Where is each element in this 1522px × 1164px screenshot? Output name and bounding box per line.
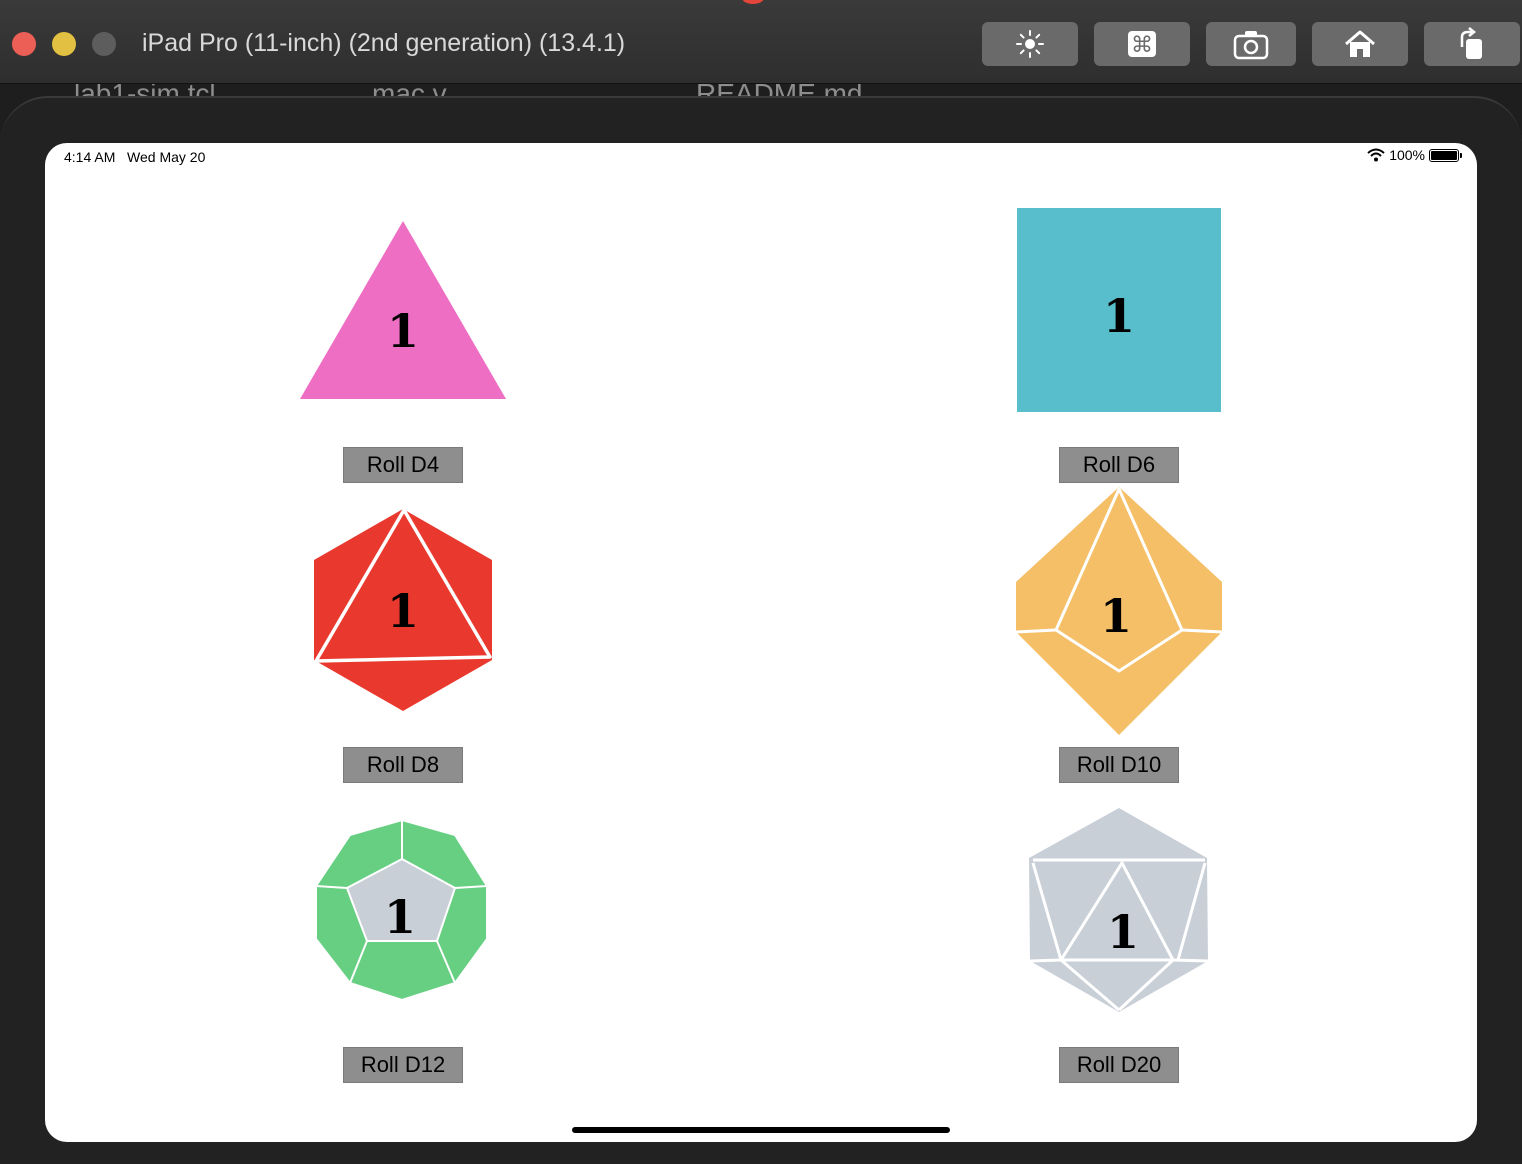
command-key-glyph: ⌘: [1131, 33, 1153, 58]
status-bar-clock: 4:14 AM Wed May 20: [64, 149, 205, 165]
roll-d4-button[interactable]: Roll D4: [343, 447, 463, 483]
d4-value: 1: [387, 304, 419, 358]
home-icon: [1345, 30, 1375, 57]
zoom-window-button[interactable]: [92, 32, 116, 56]
d8-die[interactable]: 1: [313, 507, 493, 713]
d4-die[interactable]: 1: [300, 221, 506, 401]
screenshot-camera-icon: [1233, 31, 1269, 60]
home-indicator[interactable]: [572, 1127, 950, 1133]
recording-indicator: [742, 0, 764, 4]
status-date: Wed May 20: [127, 149, 206, 165]
rotate-icon: [1460, 27, 1482, 59]
d8-value: 1: [387, 584, 419, 638]
roll-d8-button[interactable]: Roll D8: [343, 747, 463, 783]
toggle-appearance-button[interactable]: [982, 22, 1078, 66]
status-bar-indicators: 100%: [1367, 147, 1462, 163]
wifi-icon: [1367, 148, 1385, 162]
roll-d12-button[interactable]: Roll D12: [343, 1047, 463, 1083]
d20-value: 1: [1107, 905, 1139, 959]
d12-die[interactable]: 1: [315, 818, 491, 1002]
roll-d6-button[interactable]: Roll D6: [1059, 447, 1179, 483]
d12-value: 1: [384, 890, 416, 944]
roll-d20-button[interactable]: Roll D20: [1059, 1047, 1179, 1083]
home-button[interactable]: [1312, 22, 1408, 66]
minimize-window-button[interactable]: [52, 32, 76, 56]
close-window-button[interactable]: [12, 32, 36, 56]
status-time: 4:14 AM: [64, 149, 116, 165]
battery-icon: [1429, 148, 1462, 162]
brightness-icon: [1016, 30, 1044, 58]
d10-value: 1: [1100, 589, 1132, 643]
d10-die[interactable]: 1: [1015, 487, 1223, 735]
roll-d10-button[interactable]: Roll D10: [1059, 747, 1179, 783]
rotate-button[interactable]: [1424, 22, 1520, 66]
d6-die[interactable]: 1: [1017, 208, 1221, 412]
keyboard-shortcut-button[interactable]: ⌘: [1094, 22, 1190, 66]
screenshot-button[interactable]: [1206, 22, 1296, 66]
ipad-screen: 4:14 AM Wed May 20 100% 1 Roll D4 1 Roll…: [45, 143, 1477, 1142]
battery-percent: 100%: [1389, 147, 1425, 163]
simulator-title-bar: iPad Pro (11-inch) (2nd generation) (13.…: [0, 0, 1522, 84]
window-title: iPad Pro (11-inch) (2nd generation) (13.…: [142, 29, 626, 57]
command-key-icon: ⌘: [1128, 31, 1156, 58]
d20-die[interactable]: 1: [1028, 808, 1210, 1012]
d6-value: 1: [1103, 289, 1135, 343]
